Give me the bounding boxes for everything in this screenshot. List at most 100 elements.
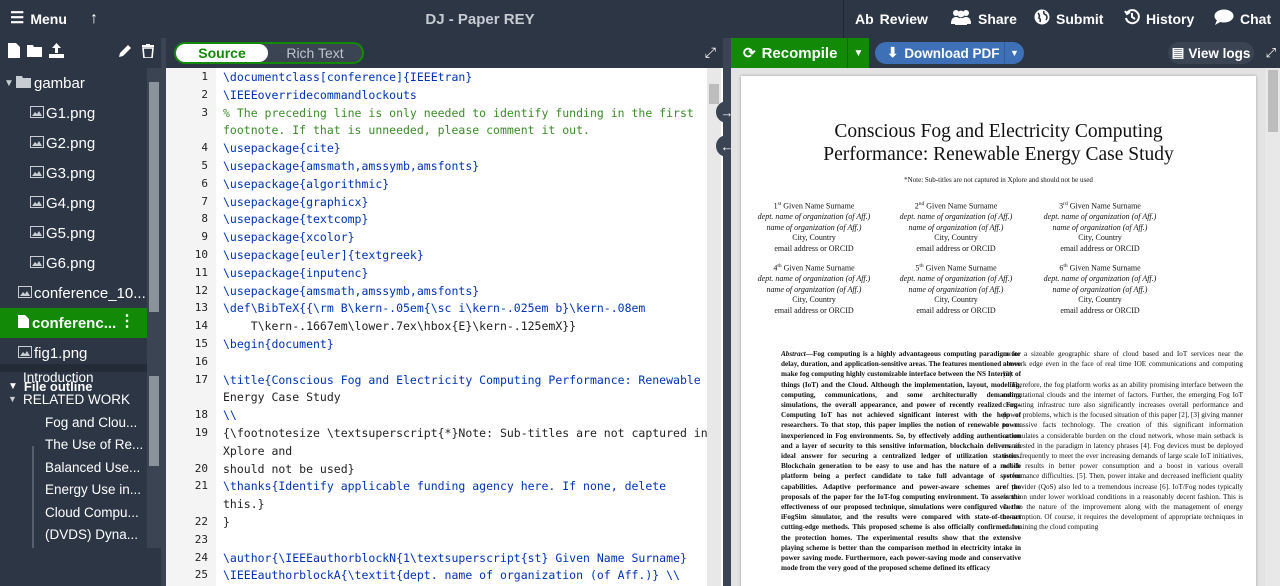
code-line: \usepackage{amsmath,amssymb,amsfonts} <box>223 283 480 298</box>
outline-item[interactable]: (DVDS) Dyna... <box>0 523 147 545</box>
share-button[interactable]: Share <box>950 0 1017 38</box>
file-g2[interactable]: G2.png <box>0 128 147 158</box>
scrollbar-thumb[interactable] <box>149 82 159 312</box>
author-email: email address or ORCID <box>1060 243 1140 253</box>
source-mode-button[interactable]: Source <box>176 44 268 62</box>
outline-label: Introduction <box>23 369 94 385</box>
file-tree-scrollbar[interactable] <box>147 68 161 364</box>
history-label: History <box>1146 11 1195 27</box>
users-icon <box>950 9 972 29</box>
new-folder-icon[interactable] <box>27 44 42 62</box>
author-block: 2nd Given Name Surname dept. name of orga… <box>881 199 1031 254</box>
code-line: this.} <box>223 497 265 512</box>
line-number: 15 <box>194 337 208 350</box>
line-number: 23 <box>194 532 208 546</box>
line-number: 6 <box>201 176 208 190</box>
code-line: \usepackage{xcolor} <box>223 230 355 245</box>
author-org: name of organization (of Aff.) <box>766 284 862 294</box>
line-number: 14 <box>194 319 208 333</box>
line-number <box>168 442 208 460</box>
author-name: 5th Given Name Surname <box>915 263 997 273</box>
new-file-icon[interactable] <box>8 43 20 63</box>
author-name: 1st Given Name Surname <box>773 201 855 211</box>
outline-item[interactable]: Introduction <box>0 366 147 388</box>
code-line: \\ <box>223 408 237 423</box>
file-tree-label: fig1.png <box>34 344 88 362</box>
file-g4[interactable]: G4.png <box>0 188 147 218</box>
line-number: 19 <box>194 426 208 439</box>
title-line-2: Performance: Renewable Energy Case Study <box>823 144 1174 165</box>
folder-icon <box>16 75 31 92</box>
code-line: \author{\IEEEauthorblockN{1\textsuperscr… <box>223 550 687 565</box>
rich-text-mode-button[interactable]: Rich Text <box>268 44 362 62</box>
outline-item[interactable]: Cloud Compu... <box>0 501 147 523</box>
line-number: 1 <box>201 70 208 83</box>
review-button[interactable]: Ab Review <box>855 0 928 38</box>
scrollbar-thumb[interactable] <box>1268 70 1278 132</box>
right-column-text: create a sizeable geographic share of cl… <box>1003 350 1243 532</box>
view-logs-button[interactable]: ▤ View logs <box>1168 42 1254 64</box>
image-file-icon <box>30 195 44 212</box>
outline-item[interactable]: Energy Use in... <box>0 478 147 500</box>
code-line: } <box>223 515 230 529</box>
author-dept: dept. name of organization (of Aff.) <box>1043 212 1157 222</box>
author-dept: dept. name of organization (of Aff.) <box>757 274 871 284</box>
author-block: 6th Given Name Surname dept. name of orga… <box>1025 261 1175 316</box>
recompile-button[interactable]: ⟳ Recompile ▼ <box>731 38 869 68</box>
download-label: Download PDF <box>904 45 1000 61</box>
submit-button[interactable]: Submit <box>1034 0 1103 38</box>
file-conference-image[interactable]: conference_10... <box>0 278 147 308</box>
outline-scrollbar[interactable] <box>147 362 161 548</box>
file-g3[interactable]: G3.png <box>0 158 147 188</box>
line-number: 12 <box>194 283 208 297</box>
scrollbar-thumb[interactable] <box>149 376 159 466</box>
author-email: email address or ORCID <box>774 243 854 253</box>
pdf-scrollbar[interactable] <box>1265 68 1280 586</box>
chat-button[interactable]: Chat <box>1214 0 1271 38</box>
author-org: name of organization (of Aff.) <box>1052 284 1148 294</box>
outline-item[interactable]: The Use of Re... <box>0 433 147 455</box>
file-g1[interactable]: G1.png <box>0 98 147 128</box>
scrollbar-thumb[interactable] <box>709 84 719 104</box>
line-number: 20 <box>194 461 208 475</box>
delete-icon[interactable] <box>142 44 154 63</box>
author-location: City, Country <box>1078 233 1122 243</box>
file-g5[interactable]: G5.png <box>0 218 147 248</box>
outline-item[interactable]: Balanced Use... <box>0 456 147 478</box>
file-conference-tex[interactable]: conferenc... ⋮ <box>0 308 147 338</box>
outline-item[interactable]: Fog and Clou... <box>0 411 147 433</box>
rename-icon[interactable] <box>118 44 132 63</box>
download-pdf-button[interactable]: ⬇ Download PDF ▼ <box>875 42 1024 64</box>
author-block: 3rd Given Name Surname dept. name of orga… <box>1025 199 1175 254</box>
file-g6[interactable]: G6.png <box>0 248 147 278</box>
file-tree-label: conferenc... <box>32 314 117 332</box>
line-number: 3 <box>201 105 208 119</box>
image-file-icon <box>30 105 44 122</box>
file-options-icon[interactable]: ⋮ <box>119 314 135 330</box>
code-editor[interactable]: 1 2 3 4 5 6 7 8 9 10 11 12 13 14 15 16 17 18 19 20 21 22 23 24 2… <box>166 68 723 586</box>
author-location: City, Country <box>934 233 978 243</box>
line-number: 25 <box>194 568 208 582</box>
folder-gambar[interactable]: ▼ gambar <box>0 68 147 98</box>
line-number: 13 <box>194 301 208 315</box>
expand-icon[interactable]: ⤢ <box>1266 45 1276 61</box>
line-number: 8 <box>201 212 208 226</box>
download-options-button[interactable]: ▼ <box>1004 42 1024 64</box>
code-line: Energy Case Study <box>223 390 341 405</box>
expand-icon[interactable]: ⤢ <box>705 44 716 61</box>
upload-icon[interactable] <box>49 43 64 63</box>
review-label: Review <box>879 11 928 27</box>
globe-icon <box>1034 9 1050 29</box>
author-name: 2nd Given Name Surname <box>914 201 998 211</box>
author-block: 5th Given Name Surname dept. name of orga… <box>881 261 1031 316</box>
pdf-preview[interactable]: Conscious Fog and Electricity Computing … <box>731 68 1280 586</box>
code-line: % The preceding line is only needed to i… <box>223 105 694 120</box>
author-block: 1st Given Name Surname dept. name of orga… <box>739 199 889 254</box>
code-line: T\kern-.1667em\lower.7ex\hbox{E}\kern-.1… <box>223 319 577 334</box>
file-icon <box>18 314 29 332</box>
history-button[interactable]: History <box>1124 0 1194 38</box>
file-fig1[interactable]: fig1.png <box>0 338 147 364</box>
outline-item[interactable]: ▼ RELATED WORK <box>0 388 147 410</box>
code-line: \begin{document} <box>223 337 334 351</box>
recompile-options-button[interactable]: ▼ <box>847 38 869 68</box>
